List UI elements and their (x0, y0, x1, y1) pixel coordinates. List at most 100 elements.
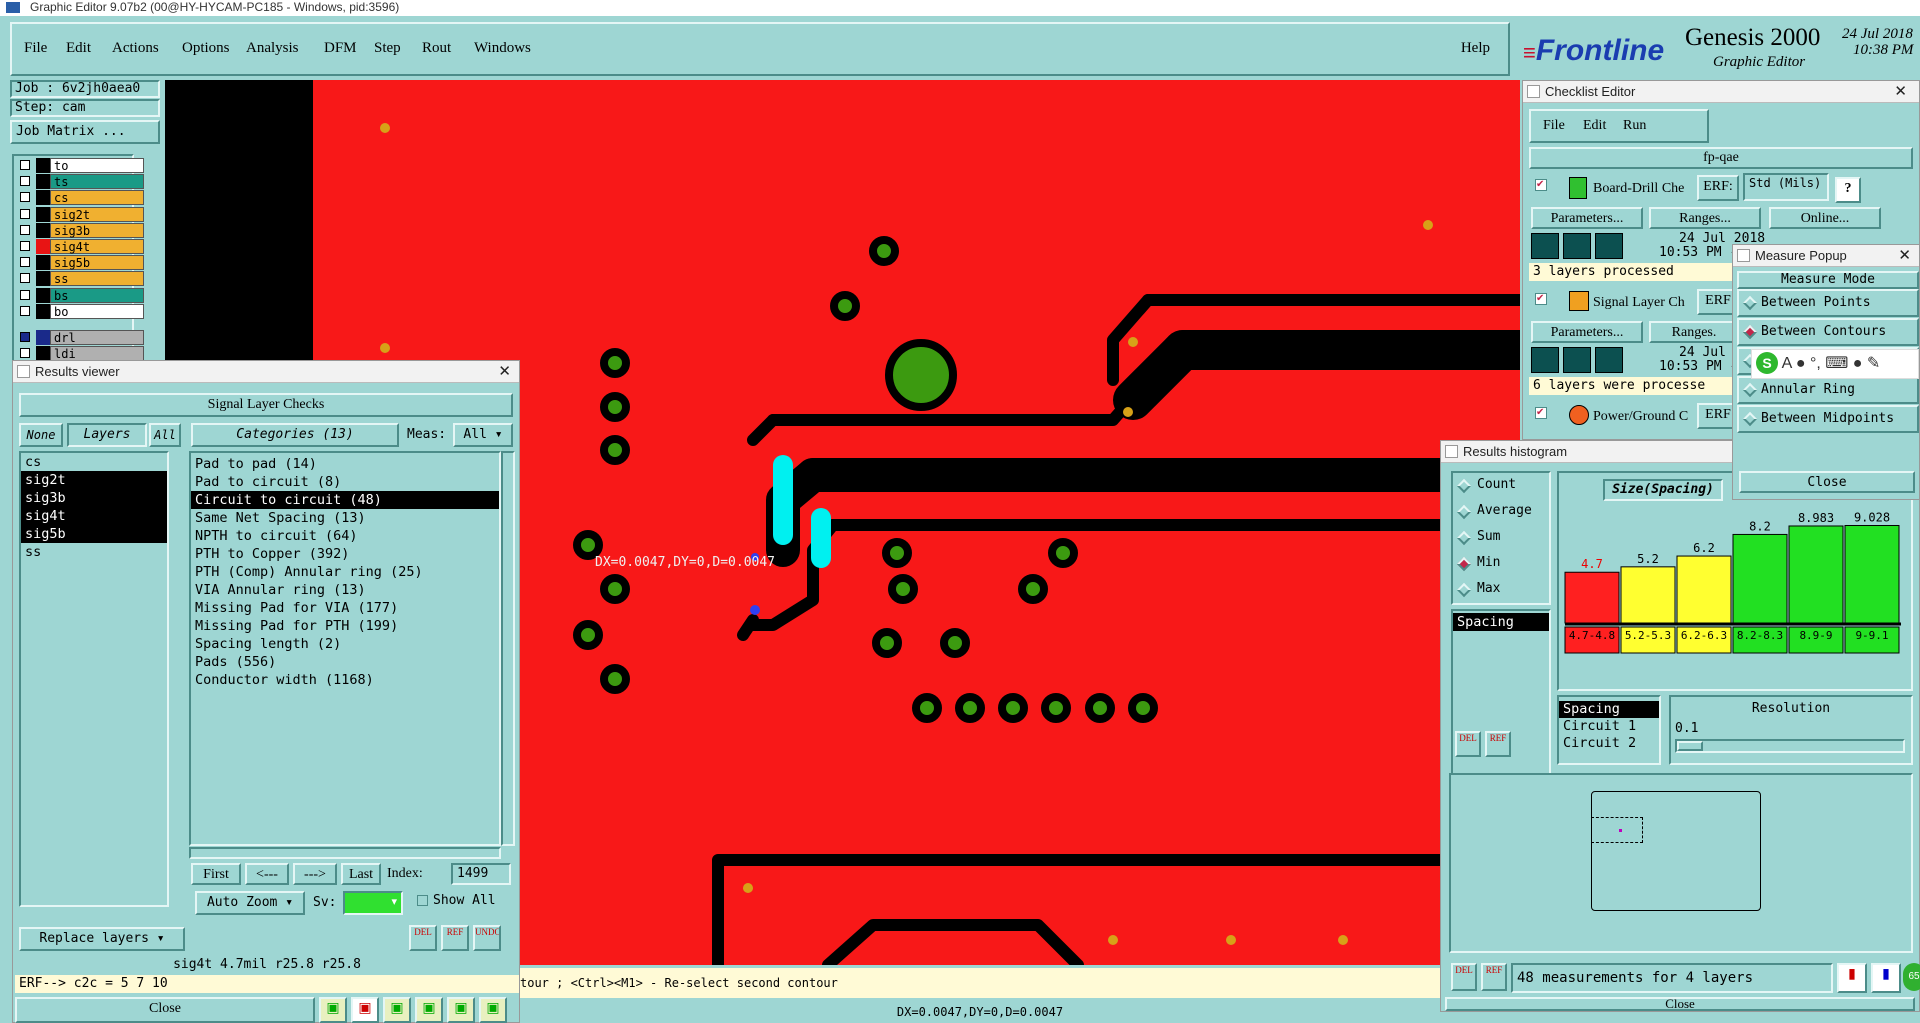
layer-checkbox[interactable] (20, 208, 30, 219)
select-all-button[interactable]: All (149, 423, 181, 447)
resolution-slider[interactable] (1675, 739, 1905, 753)
next-button[interactable]: ---> (293, 863, 337, 885)
layer-checkbox[interactable] (20, 241, 30, 251)
category-scrollbar[interactable] (501, 451, 515, 846)
results-close-button[interactable]: Close (15, 997, 315, 1023)
ref-icon[interactable]: REF (441, 925, 469, 951)
ime-dot-icon[interactable]: ● (1796, 355, 1806, 372)
menu-step[interactable]: Step (374, 40, 401, 57)
run-icon[interactable] (1563, 347, 1591, 373)
layer-row-sig4t[interactable]: sig4t (14, 239, 144, 255)
layer-checkbox[interactable] (20, 160, 30, 170)
via-pad[interactable] (600, 574, 630, 604)
autozoom-select[interactable]: Auto Zoom ▾ (195, 891, 305, 915)
layer-row-drl[interactable]: drl (14, 330, 144, 346)
category-hscrollbar[interactable] (189, 847, 501, 859)
layer-results-list[interactable]: cs sig2t sig3b sig4t sig5b ss (19, 451, 169, 907)
layer-color-swatch[interactable] (36, 287, 50, 303)
via-pad[interactable] (600, 435, 630, 465)
report-icon[interactable]: ▣ (447, 997, 475, 1023)
mode-radio-sum[interactable] (1456, 530, 1472, 546)
ref-icon[interactable]: REF (1481, 963, 1507, 991)
layer-checkbox[interactable] (20, 176, 30, 187)
layer-row-ts[interactable]: ts (14, 174, 144, 190)
histogram-list-item[interactable]: Spacing (1453, 613, 1549, 631)
layer-result-item[interactable]: sig5b (21, 525, 167, 543)
measure-radio[interactable] (1742, 411, 1758, 427)
select-none-button[interactable]: None (19, 423, 63, 447)
slider-thumb[interactable] (1677, 741, 1703, 751)
last-button[interactable]: Last (341, 863, 381, 885)
histogram-icon[interactable]: ▣ (479, 997, 507, 1023)
layer-name[interactable]: sig3b (50, 222, 144, 238)
via-pad[interactable] (1041, 693, 1071, 723)
layer-checkbox[interactable] (20, 332, 30, 342)
histogram-bar[interactable] (1788, 525, 1844, 624)
layer-color-swatch[interactable] (36, 239, 50, 254)
layer-name[interactable]: sig5b (50, 255, 144, 271)
first-button[interactable]: First (191, 863, 241, 885)
layer-checkbox[interactable] (20, 224, 30, 235)
layer-row-to[interactable]: to (14, 158, 144, 174)
via-pad[interactable] (882, 538, 912, 568)
measure-radio[interactable] (1742, 295, 1758, 311)
run-icon[interactable] (1595, 233, 1623, 259)
category-item[interactable]: Pad to pad (14) (191, 455, 499, 473)
layer-name[interactable]: ss (50, 271, 144, 287)
layer-result-item[interactable]: sig4t (21, 507, 167, 525)
layer-row-sig3b[interactable]: sig3b (14, 222, 144, 239)
erf-button[interactable]: ERF: (1697, 175, 1739, 201)
menu-windows[interactable]: Windows (474, 40, 531, 57)
layer-row-sig5b[interactable]: sig5b (14, 255, 144, 271)
via-pad[interactable] (830, 291, 860, 321)
layer-name[interactable]: drl (50, 330, 144, 345)
layer-color-swatch[interactable] (36, 222, 50, 238)
measure-close-button[interactable]: Close (1739, 471, 1915, 493)
ranges-button[interactable]: Ranges... (1649, 207, 1761, 229)
layer-result-item[interactable]: cs (21, 453, 167, 471)
menu-edit[interactable]: Edit (66, 40, 91, 57)
layer-checkbox[interactable] (20, 289, 30, 300)
histogram-bar[interactable] (1676, 555, 1732, 624)
menu-analysis[interactable]: Analysis (246, 40, 299, 57)
del-icon[interactable]: DEL (409, 925, 437, 951)
category-item[interactable]: Missing Pad for PTH (199) (191, 617, 499, 635)
job-matrix-button[interactable]: Job Matrix ... (10, 120, 160, 144)
via-pad[interactable] (869, 236, 899, 266)
layer-name[interactable]: bo (50, 303, 144, 319)
prev-button[interactable]: <--- (245, 863, 289, 885)
tab-layers[interactable]: Layers (67, 423, 147, 447)
via-pad[interactable] (573, 620, 603, 650)
histogram-field-item[interactable]: Spacing (1559, 701, 1659, 718)
histogram-chart-icon-2[interactable]: ▮ (1871, 963, 1901, 993)
checklist-menu-file[interactable]: File (1543, 118, 1565, 134)
layer-row-sig2t[interactable]: sig2t (14, 206, 144, 223)
ime-punct-icon[interactable]: °, (1810, 355, 1821, 372)
layer-name[interactable]: bs (50, 287, 144, 303)
histogram-close-button[interactable]: Close (1445, 997, 1915, 1011)
category-item[interactable]: Circuit to circuit (48) (191, 491, 499, 509)
run-icon[interactable] (1563, 233, 1591, 259)
histogram-chart-icon[interactable]: ▮ (1837, 963, 1867, 993)
ime-settings-icon[interactable]: ✎ (1867, 355, 1880, 372)
layer-name[interactable]: ts (50, 174, 144, 190)
category-item[interactable]: PTH (Comp) Annular ring (25) (191, 563, 499, 581)
category-item[interactable]: Missing Pad for VIA (177) (191, 599, 499, 617)
via-pad[interactable] (955, 693, 985, 723)
histogram-bar[interactable] (1620, 566, 1676, 624)
ime-keyboard-icon[interactable]: ⌨ (1825, 355, 1848, 372)
via-pad[interactable] (1128, 693, 1158, 723)
mode-radio-count[interactable] (1456, 478, 1472, 494)
category-item[interactable]: Pads (556) (191, 653, 499, 671)
parameters-button[interactable]: Parameters... (1531, 207, 1643, 229)
index-field[interactable]: 1499 (451, 863, 511, 885)
mode-radio-average[interactable] (1456, 504, 1472, 520)
del-icon[interactable]: DEL (1451, 963, 1477, 991)
via-pad[interactable] (1018, 574, 1048, 604)
layer-color-swatch[interactable] (36, 346, 50, 362)
via-pad[interactable] (600, 348, 630, 378)
help-button[interactable]: ? (1835, 177, 1861, 203)
layer-color-swatch[interactable] (36, 158, 50, 173)
close-icon[interactable]: ✕ (498, 361, 511, 383)
layer-checkbox[interactable] (20, 192, 30, 203)
